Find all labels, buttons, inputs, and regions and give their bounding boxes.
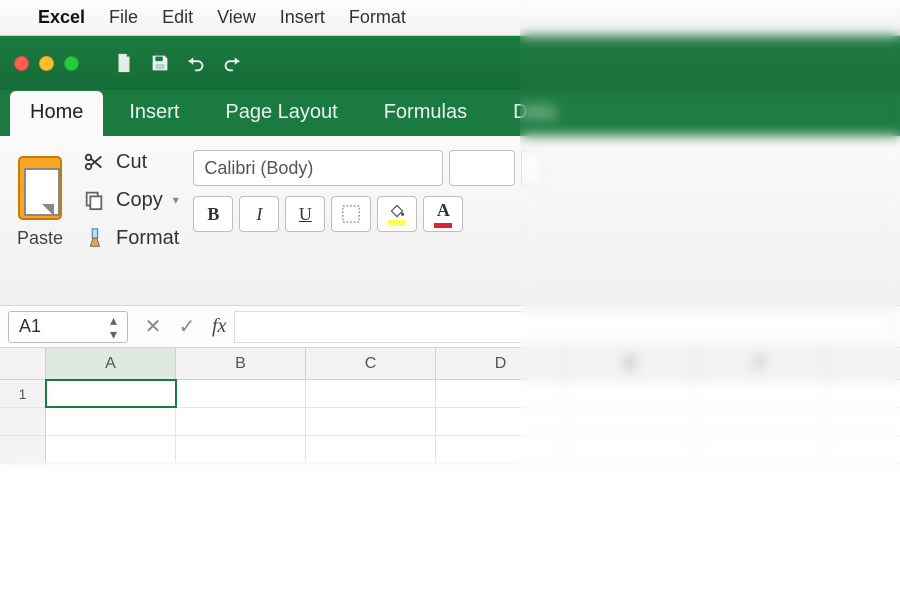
column-header-a[interactable]: A: [46, 348, 176, 379]
menu-edit[interactable]: Edit: [162, 7, 193, 28]
column-header-b[interactable]: B: [176, 348, 306, 379]
select-all-corner[interactable]: [0, 348, 46, 379]
macos-menubar: Excel File Edit View Insert Format: [0, 0, 900, 36]
clipboard-group: Paste: [12, 150, 68, 297]
titlebar: [0, 36, 900, 90]
cell-f3[interactable]: [696, 436, 826, 463]
new-file-icon[interactable]: [113, 52, 135, 74]
ribbon: Paste Cut Copy ▾ Format: [0, 136, 900, 306]
scissors-icon: [82, 150, 106, 174]
paste-label: Paste: [17, 228, 63, 249]
grid-row-2: [0, 408, 900, 436]
menu-insert[interactable]: Insert: [280, 7, 325, 28]
window-controls: [14, 56, 79, 71]
name-box[interactable]: A1 ▴▾: [8, 311, 128, 343]
redo-icon[interactable]: [221, 52, 243, 74]
cell-a3[interactable]: [46, 436, 176, 463]
column-headers: A B C D E F: [0, 348, 900, 380]
cell-a2[interactable]: [46, 408, 176, 435]
bucket-icon: [389, 204, 405, 218]
close-window-button[interactable]: [14, 56, 29, 71]
cell-b2[interactable]: [176, 408, 306, 435]
bold-button[interactable]: B: [193, 196, 233, 232]
cut-label: Cut: [116, 151, 147, 174]
enter-formula-button[interactable]: ✓: [170, 314, 204, 339]
copy-icon: [82, 188, 106, 212]
cell-e1[interactable]: [566, 380, 696, 407]
menu-file[interactable]: File: [109, 7, 138, 28]
cell-c1[interactable]: [306, 380, 436, 407]
cell-c3[interactable]: [306, 436, 436, 463]
cell-d2[interactable]: [436, 408, 566, 435]
cell-b3[interactable]: [176, 436, 306, 463]
italic-button[interactable]: I: [239, 196, 279, 232]
cell-f2[interactable]: [696, 408, 826, 435]
cell-e3[interactable]: [566, 436, 696, 463]
fill-color-button[interactable]: [377, 196, 417, 232]
menu-view[interactable]: View: [217, 7, 256, 28]
cell-d3[interactable]: [436, 436, 566, 463]
excel-window: Excel File Edit View Insert Format Home …: [0, 0, 900, 601]
column-header-d[interactable]: D: [436, 348, 566, 379]
cancel-formula-button[interactable]: ✕: [136, 314, 170, 339]
column-header-f[interactable]: F: [696, 348, 826, 379]
ribbon-tabs: Home Insert Page Layout Formulas Data: [0, 90, 900, 136]
paintbrush-icon: [82, 226, 106, 250]
clipboard-actions: Cut Copy ▾ Format: [82, 150, 179, 297]
font-group: Calibri (Body) B I U A: [193, 150, 888, 297]
formula-input[interactable]: [234, 311, 892, 343]
namebox-stepper-icon[interactable]: ▴▾: [110, 313, 117, 341]
paste-button[interactable]: [12, 150, 68, 220]
font-size-select[interactable]: [449, 150, 515, 186]
format-painter-button[interactable]: Format: [82, 226, 179, 250]
undo-icon[interactable]: [185, 52, 207, 74]
row-header-3[interactable]: [0, 436, 46, 463]
menu-format[interactable]: Format: [349, 7, 406, 28]
tab-home[interactable]: Home: [10, 91, 103, 136]
grid-row-3: [0, 436, 900, 464]
column-header-c[interactable]: C: [306, 348, 436, 379]
tab-insert[interactable]: Insert: [109, 91, 199, 136]
chevron-down-icon: ▾: [173, 193, 179, 207]
copy-label: Copy: [116, 189, 163, 212]
row-header-1[interactable]: 1: [0, 380, 46, 407]
format-label: Format: [116, 227, 179, 250]
save-icon[interactable]: [149, 52, 171, 74]
column-header-e[interactable]: E: [566, 348, 696, 379]
grid-row-1: 1: [0, 380, 900, 408]
fx-label[interactable]: fx: [204, 315, 234, 338]
underline-button[interactable]: U: [285, 196, 325, 232]
app-menu[interactable]: Excel: [38, 7, 85, 28]
zoom-window-button[interactable]: [64, 56, 79, 71]
row-header-2[interactable]: [0, 408, 46, 435]
cut-button[interactable]: Cut: [82, 150, 179, 174]
borders-button[interactable]: [331, 196, 371, 232]
font-color-button[interactable]: A: [423, 196, 463, 232]
font-size-stepper[interactable]: [521, 150, 543, 186]
cell-a1[interactable]: [46, 380, 176, 407]
cell-d1[interactable]: [436, 380, 566, 407]
font-name-select[interactable]: Calibri (Body): [193, 150, 443, 186]
tab-page-layout[interactable]: Page Layout: [205, 91, 357, 136]
cell-c2[interactable]: [306, 408, 436, 435]
cell-f1[interactable]: [696, 380, 826, 407]
cell-e2[interactable]: [566, 408, 696, 435]
formula-bar: A1 ▴▾ ✕ ✓ fx: [0, 306, 900, 348]
tab-formulas[interactable]: Formulas: [364, 91, 487, 136]
minimize-window-button[interactable]: [39, 56, 54, 71]
copy-button[interactable]: Copy ▾: [82, 188, 179, 212]
cell-b1[interactable]: [176, 380, 306, 407]
tab-data[interactable]: Data: [493, 91, 575, 136]
